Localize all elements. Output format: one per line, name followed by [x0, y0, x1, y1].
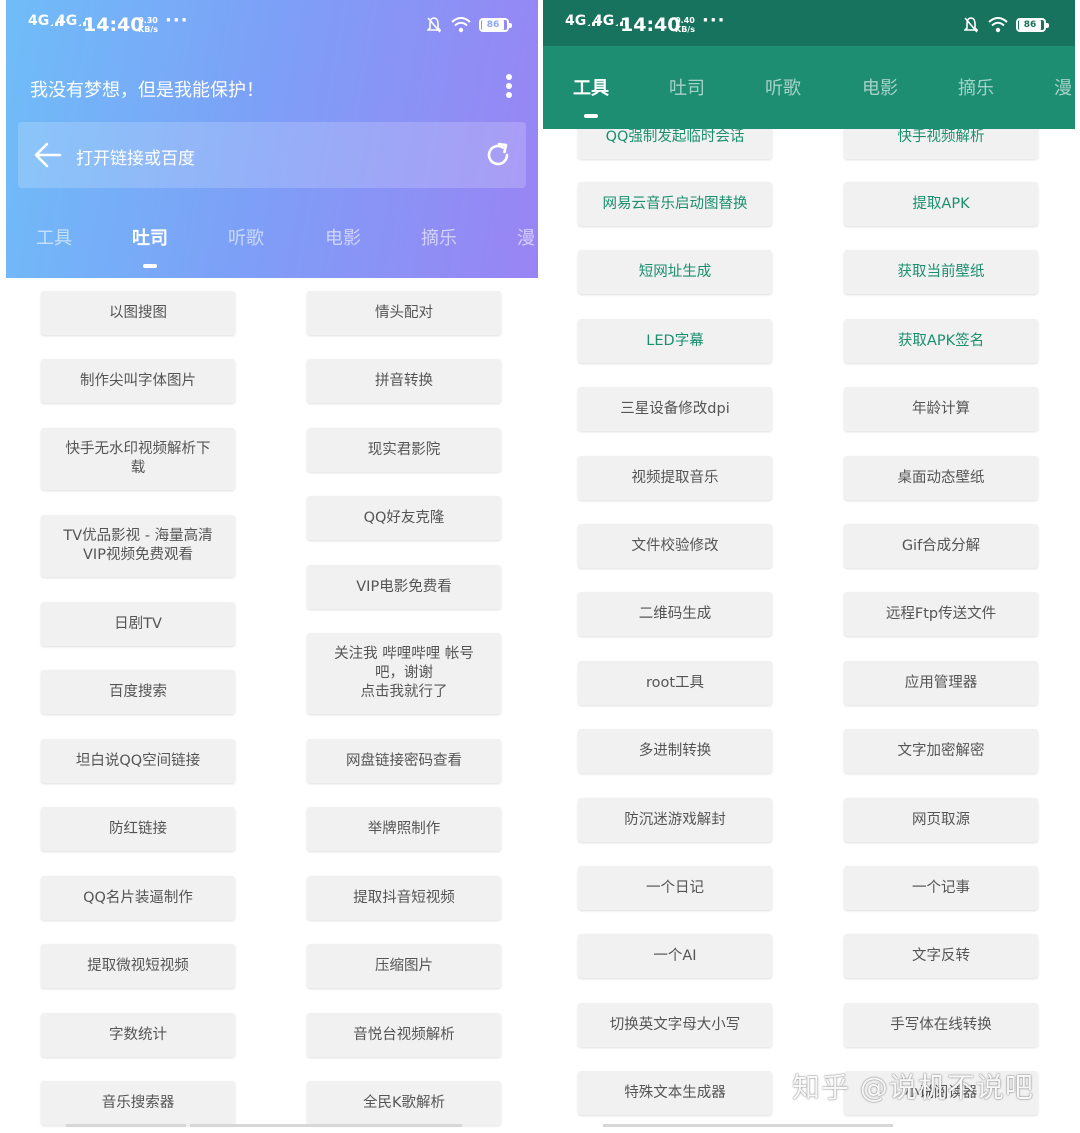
mute-bell-icon: [964, 17, 978, 33]
url-bar[interactable]: 打开链接或百度: [18, 122, 526, 188]
tab-2[interactable]: 听歌: [765, 74, 801, 100]
wifi-icon: [988, 17, 1008, 33]
back-arrow-icon[interactable]: [34, 142, 62, 168]
active-tab-indicator: [584, 114, 598, 118]
tab-3[interactable]: 电影: [325, 224, 361, 250]
scroll-hint: [603, 1124, 893, 1127]
overflow-menu-icon[interactable]: [506, 74, 512, 102]
tab-2[interactable]: 听歌: [228, 224, 264, 250]
tool-button[interactable]: QQ好友克隆: [307, 496, 501, 540]
url-input[interactable]: 打开链接或百度: [76, 144, 195, 169]
tool-button[interactable]: root工具: [578, 661, 772, 705]
status-bar: 4G 4G 14:40 0.30 KB/s ··· 86: [6, 0, 538, 52]
tab-1[interactable]: 吐司: [669, 74, 705, 100]
tool-button[interactable]: 以图搜图: [41, 291, 235, 335]
tool-button[interactable]: 关注我 哔哩哔哩 帐号 吧，谢谢 点击我就行了: [307, 633, 501, 714]
tool-button[interactable]: 多进制转换: [578, 729, 772, 773]
tab-5[interactable]: 漫: [517, 224, 535, 250]
tab-4[interactable]: 摘乐: [421, 224, 457, 250]
tool-button[interactable]: 年龄计算: [844, 387, 1038, 431]
clock: 14:40: [83, 14, 144, 36]
tool-button[interactable]: 特殊文本生成器: [578, 1071, 772, 1115]
clock: 14:40: [620, 14, 681, 36]
net-speed: 0.40 KB/s: [675, 16, 695, 34]
tool-button[interactable]: 获取APK签名: [844, 319, 1038, 363]
tool-button[interactable]: 三星设备修改dpi: [578, 387, 772, 431]
tool-button[interactable]: TV优品影视 - 海量高清 VIP视频免费观看: [41, 515, 235, 577]
tab-0[interactable]: 工具: [573, 74, 609, 100]
tool-button[interactable]: 获取当前壁纸: [844, 250, 1038, 294]
tool-button[interactable]: 文件校验修改: [578, 524, 772, 568]
tool-button[interactable]: 日剧TV: [41, 602, 235, 646]
tool-button[interactable]: 情头配对: [307, 291, 501, 335]
tool-button[interactable]: QQ名片装逼制作: [41, 876, 235, 920]
right-tab-bar: 工具 吐司 听歌 电影 摘乐 漫: [543, 74, 1075, 130]
net-speed: 0.30 KB/s: [138, 16, 158, 34]
tool-button[interactable]: 制作尖叫字体图片: [41, 359, 235, 403]
tool-button[interactable]: 应用管理器: [844, 661, 1038, 705]
tool-button[interactable]: 网盘链接密码查看: [307, 739, 501, 783]
tool-button[interactable]: LED字幕: [578, 319, 772, 363]
tool-button[interactable]: 举牌照制作: [307, 807, 501, 851]
tool-button[interactable]: 一个记事: [844, 866, 1038, 910]
tool-button[interactable]: 远程Ftp传送文件: [844, 592, 1038, 636]
more-notifications-icon: ···: [702, 10, 726, 31]
tool-button[interactable]: 文字反转: [844, 934, 1038, 978]
tool-button[interactable]: 快手无水印视频解析下 载: [41, 428, 235, 490]
tab-0[interactable]: 工具: [36, 224, 72, 250]
tool-button[interactable]: 百度搜索: [41, 670, 235, 714]
zhihu-watermark: 知乎 @说机不说吧: [792, 1071, 1034, 1104]
tool-button[interactable]: 防红链接: [41, 807, 235, 851]
tab-5[interactable]: 漫: [1054, 74, 1072, 100]
tool-button[interactable]: 字数统计: [41, 1013, 235, 1057]
scroll-hint: [190, 1124, 462, 1127]
tool-button[interactable]: 二维码生成: [578, 592, 772, 636]
scroll-hint: [66, 1124, 186, 1127]
tool-button[interactable]: 视频提取音乐: [578, 456, 772, 500]
tool-button[interactable]: 全民K歌解析: [307, 1081, 501, 1125]
tool-button[interactable]: 压缩图片: [307, 944, 501, 988]
mute-bell-icon: [427, 17, 441, 33]
tool-button[interactable]: 网页取源: [844, 798, 1038, 842]
tab-4[interactable]: 摘乐: [958, 74, 994, 100]
more-notifications-icon: ···: [165, 10, 189, 31]
tool-button[interactable]: 切换英文字母大小写: [578, 1003, 772, 1047]
tool-button[interactable]: 一个AI: [578, 934, 772, 978]
right-app-header: 4G 4G 14:40 0.40 KB/s ··· 86 工具 吐司 听歌 电影 摘乐 漫: [543, 0, 1075, 129]
tool-button[interactable]: 文字加密解密: [844, 729, 1038, 773]
tool-button[interactable]: 短网址生成: [578, 250, 772, 294]
tool-button[interactable]: Gif合成分解: [844, 524, 1038, 568]
tool-button[interactable]: 网易云音乐启动图替换: [578, 182, 772, 226]
tool-button[interactable]: 提取微视短视频: [41, 944, 235, 988]
battery-icon: 86: [1016, 18, 1049, 32]
tool-button[interactable]: 提取抖音短视频: [307, 876, 501, 920]
tool-button[interactable]: 拼音转换: [307, 359, 501, 403]
tool-button[interactable]: 提取APK: [844, 182, 1038, 226]
left-app-header: 4G 4G 14:40 0.30 KB/s ··· 86 我没有梦想，但是我能保护…: [6, 0, 538, 278]
wifi-icon: [451, 17, 471, 33]
tool-button[interactable]: 桌面动态壁纸: [844, 456, 1038, 500]
battery-icon: 86: [479, 18, 512, 32]
tab-1[interactable]: 吐司: [132, 224, 168, 250]
refresh-icon[interactable]: [484, 141, 512, 169]
left-tab-bar: 工具 吐司 听歌 电影 摘乐 漫: [6, 224, 538, 280]
tool-button[interactable]: 坦白说QQ空间链接: [41, 739, 235, 783]
tool-button[interactable]: VIP电影免费看: [307, 565, 501, 609]
tool-button[interactable]: 手写体在线转换: [844, 1003, 1038, 1047]
status-bar: 4G 4G 14:40 0.40 KB/s ··· 86: [543, 0, 1075, 52]
tool-button[interactable]: 一个日记: [578, 866, 772, 910]
tool-button[interactable]: 音乐搜索器: [41, 1081, 235, 1125]
tool-button[interactable]: 音悦台视频解析: [307, 1013, 501, 1057]
right-phone-screen: QQ强制发起临时会话 网易云音乐启动图替换 短网址生成 LED字幕 三星设备修改dpi 视…: [543, 0, 1075, 1133]
tool-button[interactable]: 防沉迷游戏解封: [578, 798, 772, 842]
tool-button[interactable]: 现实君影院: [307, 428, 501, 472]
active-tab-indicator: [143, 264, 157, 268]
left-phone-screen: 4G 4G 14:40 0.30 KB/s ··· 86 我没有梦想，但是我能保护…: [6, 0, 538, 1133]
app-title: 我没有梦想，但是我能保护！: [30, 80, 264, 101]
tab-3[interactable]: 电影: [862, 74, 898, 100]
